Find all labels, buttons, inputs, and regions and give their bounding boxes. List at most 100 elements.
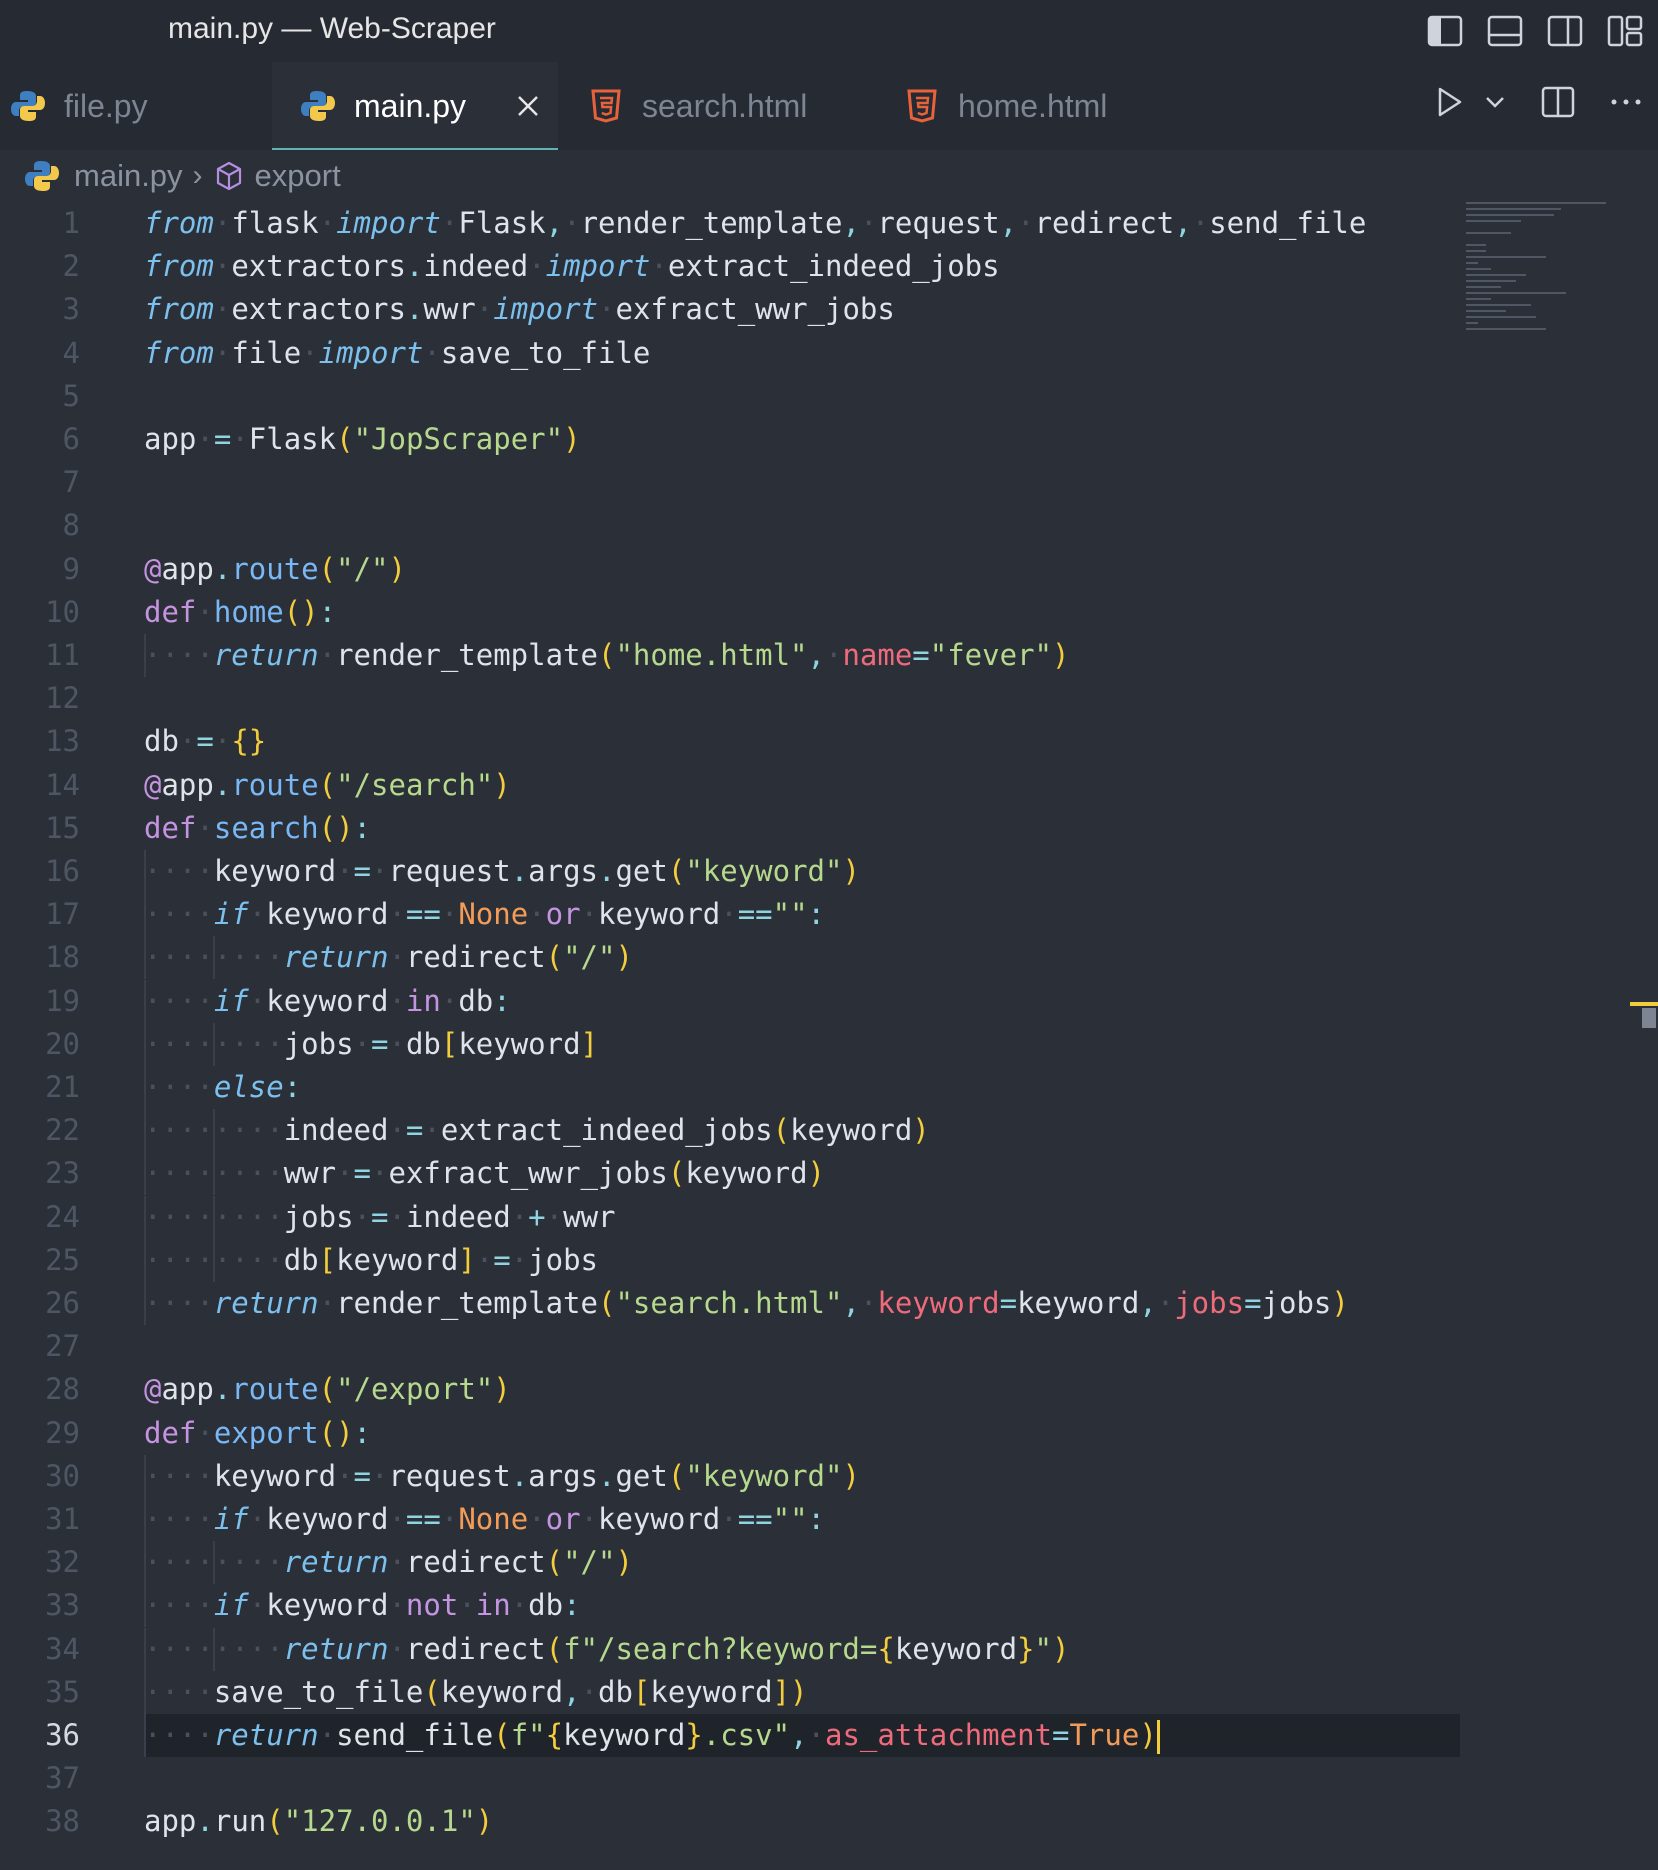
code-line: 21 ····else: <box>0 1066 1460 1109</box>
code-line: 17 ····if·keyword·==·None·or·keyword·==""… <box>0 893 1460 937</box>
code-line: 30 ····keyword·=·request.args.get("keywor… <box>0 1454 1460 1498</box>
code-line: 35 ····save_to_file(keyword,·db[keyword]) <box>0 1670 1460 1714</box>
code-line: 4 from·file·import·save_to_file <box>0 332 1460 375</box>
line-number: 27 <box>45 1329 80 1364</box>
line-content: ····return·render_template("home.html",·… <box>144 638 1070 672</box>
method-cube-icon <box>216 161 241 191</box>
line-number: 1 <box>62 206 80 240</box>
code-line: 37 <box>0 1757 1460 1800</box>
line-number: 23 <box>45 1156 80 1191</box>
line-content: ········return·redirect("/") <box>144 940 633 975</box>
code-line: 25 ········db[keyword]·=·jobs <box>0 1238 1460 1282</box>
toggle-panel-icon[interactable] <box>1486 12 1524 50</box>
line-number: 2 <box>62 249 80 284</box>
code-line: 20 ········jobs·=·db[keyword] <box>0 1022 1460 1066</box>
close-icon[interactable] <box>514 92 542 120</box>
tab-label: search.html <box>642 87 808 124</box>
line-content: ········indeed·=·extract_indeed_jobs(key… <box>144 1113 930 1148</box>
tab-label: home.html <box>958 87 1108 124</box>
code-line: 19 ····if·keyword·in·db: <box>0 979 1460 1023</box>
line-content: from·file·import·save_to_file <box>144 335 651 370</box>
code-line: 12 <box>0 677 1460 720</box>
line-number: 6 <box>62 422 80 456</box>
editor-window: main.py — Web-Scraper file.py main.py se… <box>0 0 1658 1870</box>
html5-icon <box>591 89 621 123</box>
python-icon <box>11 91 45 121</box>
tab-search-html[interactable]: search.html <box>588 62 878 150</box>
run-icon[interactable] <box>1432 84 1466 120</box>
code-line: 38 app.run("127.0.0.1") <box>0 1800 1460 1843</box>
line-content: ····return·render_template("search.html"… <box>144 1286 1349 1320</box>
code-line: 28 @app.route("/export") <box>0 1368 1460 1411</box>
toggle-primary-sidebar-icon[interactable] <box>1426 12 1464 50</box>
code-line: 29 def·export(): <box>0 1412 1460 1455</box>
chevron-down-icon[interactable] <box>1484 84 1506 120</box>
tab-main-py[interactable]: main.py <box>272 62 558 150</box>
code-line: 23 ········wwr·=·exfract_wwr_jobs(keyword… <box>0 1152 1460 1196</box>
code-line: 1 from·flask·import·Flask,·render_templat… <box>0 202 1460 245</box>
toggle-secondary-sidebar-icon[interactable] <box>1546 12 1584 50</box>
line-number: 20 <box>45 1026 80 1061</box>
code-line: 32 ········return·redirect("/") <box>0 1541 1460 1585</box>
line-number: 13 <box>45 724 80 759</box>
line-number: 33 <box>45 1588 80 1623</box>
window-title: main.py — Web-Scraper <box>168 12 496 45</box>
line-content: from·extractors.wwr·import·exfract_wwr_j… <box>144 292 895 327</box>
scrollbar-thumb[interactable] <box>1642 1008 1656 1028</box>
line-content: app·=·Flask("JopScraper") <box>144 422 581 456</box>
code-line: 24 ········jobs·=·indeed·+·wwr <box>0 1195 1460 1239</box>
more-actions-icon[interactable] <box>1608 84 1644 120</box>
title-bar: main.py — Web-Scraper <box>0 0 1658 62</box>
layout-controls <box>1426 12 1644 50</box>
line-number: 21 <box>45 1070 80 1104</box>
code-editor[interactable]: 1 from·flask·import·Flask,·render_templat… <box>0 202 1460 1870</box>
customize-layout-icon[interactable] <box>1606 12 1644 50</box>
line-number: 17 <box>45 897 80 932</box>
line-content: ····keyword·=·request.args.get("keyword"… <box>144 1458 860 1493</box>
line-content: ····if·keyword·not·in·db: <box>144 1588 581 1623</box>
code-line: 26 ····return·render_template("search.htm… <box>0 1282 1460 1325</box>
line-number: 35 <box>45 1674 80 1709</box>
line-number: 7 <box>62 465 80 500</box>
tab-label: file.py <box>64 87 148 124</box>
line-number: 16 <box>45 854 80 888</box>
code-line: 27 <box>0 1325 1460 1368</box>
line-content: def·export(): <box>144 1415 372 1450</box>
code-line: 11 ····return·render_template("home.html"… <box>0 634 1460 677</box>
code-line: 10 def·home(): <box>0 591 1460 634</box>
code-line: 3 from·extractors.wwr·import·exfract_wwr_… <box>0 288 1460 331</box>
code-line: 15 def·search(): <box>0 807 1460 850</box>
line-number: 9 <box>62 551 80 586</box>
breadcrumb-symbol[interactable]: export <box>255 158 341 194</box>
line-number: 4 <box>62 335 80 370</box>
code-line: 13 db·=·{} <box>0 720 1460 763</box>
line-number: 14 <box>45 767 80 802</box>
line-number: 38 <box>45 1804 80 1839</box>
line-number: 12 <box>45 681 80 716</box>
html5-icon <box>907 89 937 123</box>
line-number: 30 <box>45 1458 80 1493</box>
line-content: ········return·redirect("/") <box>144 1545 633 1580</box>
line-number: 5 <box>62 378 80 413</box>
breadcrumb-file[interactable]: main.py <box>74 158 183 194</box>
python-icon <box>25 161 59 191</box>
split-editor-icon[interactable] <box>1540 84 1576 120</box>
line-content: ····if·keyword·==·None·or·keyword·=="": <box>144 897 826 932</box>
code-line: 22 ········indeed·=·extract_indeed_jobs(k… <box>0 1109 1460 1153</box>
text-cursor <box>1156 1720 1160 1754</box>
tab-home-html[interactable]: home.html <box>904 62 1164 150</box>
line-number: 10 <box>45 594 80 629</box>
line-content: ········db[keyword]·=·jobs <box>144 1242 599 1277</box>
line-content: ····if·keyword·in·db: <box>144 983 511 1018</box>
code-line: 18 ········return·redirect("/") <box>0 936 1460 980</box>
code-line: 31 ····if·keyword·==·None·or·keyword·==""… <box>0 1498 1460 1541</box>
minimap[interactable] <box>1466 202 1616 362</box>
line-content: db·=·{} <box>144 724 267 759</box>
line-content: ········jobs·=·indeed·+·wwr <box>144 1199 616 1234</box>
tab-file-py[interactable]: file.py <box>10 62 260 150</box>
line-content: ····if·keyword·==·None·or·keyword·=="": <box>144 1502 826 1536</box>
line-number: 31 <box>45 1502 80 1536</box>
line-number: 8 <box>62 508 80 543</box>
code-line: 14 @app.route("/search") <box>0 764 1460 807</box>
line-number: 19 <box>45 983 80 1018</box>
